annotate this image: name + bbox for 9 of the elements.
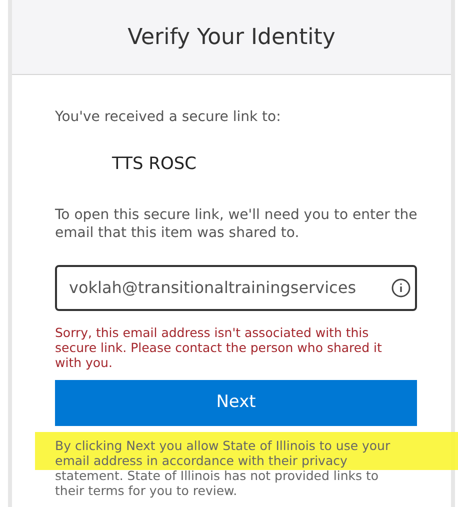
email-field[interactable]: voklah@transitionaltrainingservices	[55, 264, 417, 310]
disclaimer-text: By clicking Next you allow State of Illinois to use your email address in accordance with their privacy statement. State of Illinois has not provided links to their terms for you to review.	[55, 438, 392, 498]
page-title: Verify Your Identity	[128, 24, 336, 52]
error-message: Sorry, this email address isn't associated with this secure link. Please contact the person who shared it with you.	[55, 324, 383, 370]
item-name: TTS ROSC	[112, 153, 198, 176]
info-icon	[391, 278, 411, 298]
instructions-text: To open this secure link, we'll need you to enter the email that this item was shared to.	[55, 206, 418, 242]
intro-text: You've received a secure link to:	[55, 108, 282, 127]
next-button[interactable]: Next	[55, 380, 417, 426]
